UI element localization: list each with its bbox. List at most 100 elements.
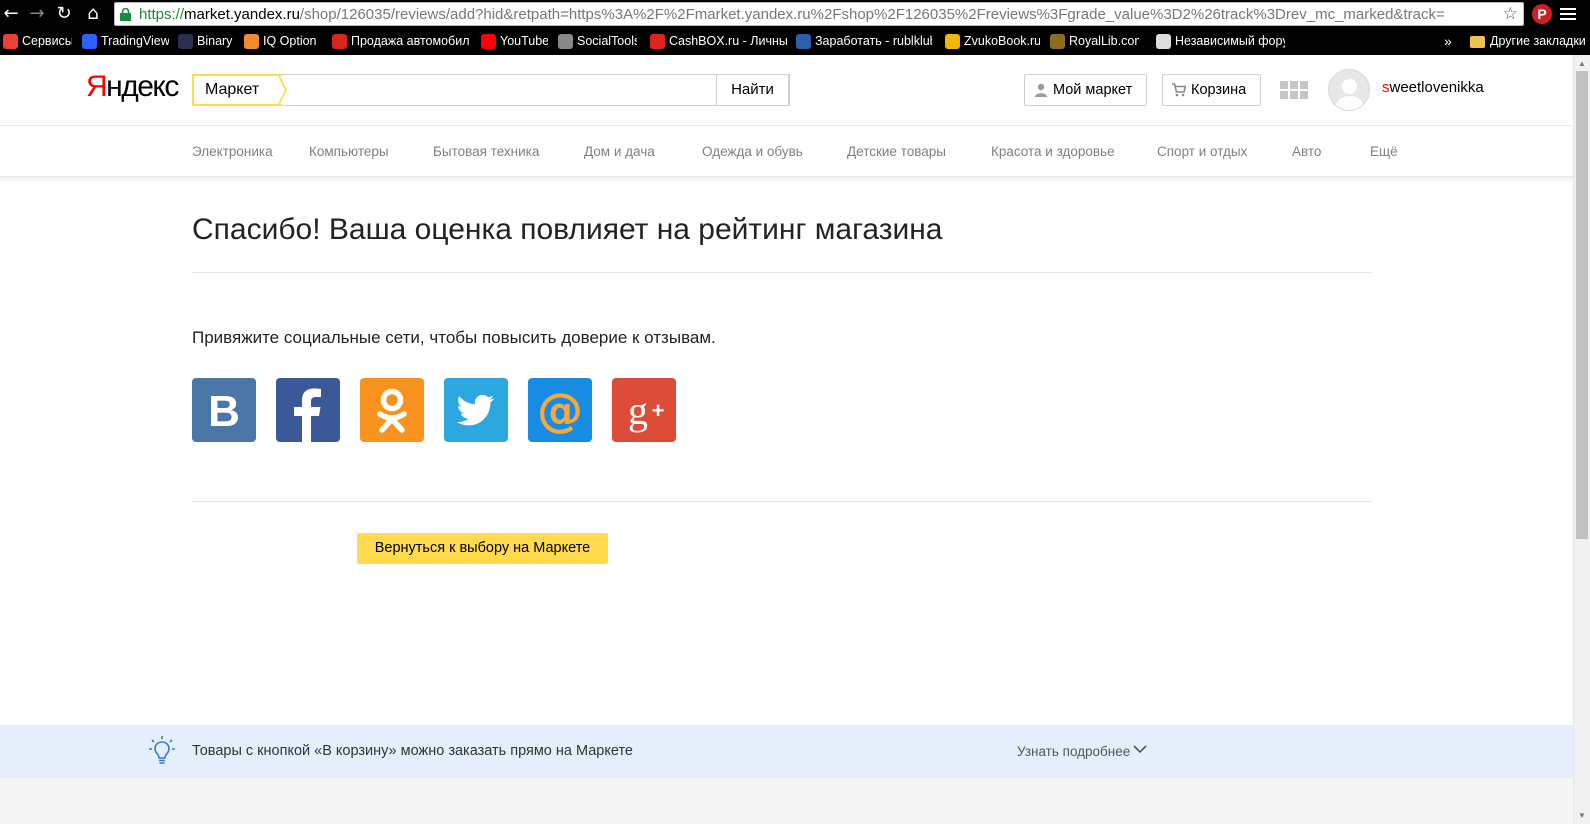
- page-title: Спасибо! Ваша оценка повлияет на рейтинг…: [192, 213, 943, 246]
- lightbulb-icon: [149, 736, 175, 764]
- lock-icon: [120, 8, 131, 21]
- pinterest-icon[interactable]: P: [1532, 4, 1552, 24]
- search-scope-tag: Маркет: [192, 74, 282, 106]
- bookmark-item[interactable]: CashBOX.ru - Личный: [649, 28, 787, 55]
- cart-button[interactable]: Корзина: [1162, 74, 1262, 106]
- avatar[interactable]: [1328, 69, 1370, 111]
- bookmark-label: Независимый форум: [1175, 34, 1285, 48]
- cart-icon: [1172, 83, 1186, 97]
- bookmark-label: Сервисы: [22, 34, 72, 48]
- category-electronics[interactable]: Электроника: [192, 126, 273, 178]
- auto-icon: [332, 34, 347, 49]
- bookmark-item[interactable]: RoyalLib.com: [1049, 28, 1139, 55]
- user-icon: [1035, 83, 1047, 97]
- svg-text:+: +: [652, 398, 665, 423]
- folder-icon: [1470, 36, 1485, 48]
- yandex-logo[interactable]: Яндекс: [86, 70, 179, 104]
- page-scrollbar[interactable]: ▲ ▼: [1573, 55, 1590, 824]
- chevron-down-icon[interactable]: [1133, 744, 1147, 754]
- odnoklassniki-icon: [377, 388, 407, 433]
- bookmark-label: Binary: [197, 34, 233, 48]
- bookmark-label: Заработать - rublklub: [815, 34, 932, 48]
- bookmark-item[interactable]: Независимый форум: [1155, 28, 1285, 55]
- search-box: Маркет: [192, 74, 790, 106]
- binary-icon: [178, 34, 193, 49]
- home-icon[interactable]: ⌂: [82, 3, 104, 25]
- bookmark-label: YouTube: [500, 34, 548, 48]
- facebook-icon: [294, 388, 321, 442]
- scrollbar-thumb[interactable]: [1576, 71, 1588, 539]
- vk-icon: B: [208, 387, 240, 436]
- search-input[interactable]: [293, 77, 693, 103]
- username-link[interactable]: sweetlovenikka: [1382, 79, 1484, 96]
- youtube-icon: [481, 34, 496, 49]
- bookmark-label: CashBOX.ru - Личный: [669, 34, 787, 48]
- category-home-garden[interactable]: Дом и дача: [584, 126, 655, 178]
- bookmark-label: RoyalLib.com: [1069, 34, 1139, 48]
- bookmark-item[interactable]: SocialTools: [557, 28, 637, 55]
- bookmark-item[interactable]: YouTube: [480, 28, 548, 55]
- social-prompt-text: Привяжите социальные сети, чтобы повысит…: [192, 328, 716, 347]
- category-auto[interactable]: Авто: [1292, 126, 1321, 178]
- mailru-icon: @: [537, 383, 583, 437]
- mailru-button[interactable]: @: [528, 378, 592, 442]
- socialtools-icon: [558, 34, 573, 49]
- category-sport[interactable]: Спорт и отдых: [1157, 126, 1247, 178]
- scroll-up-arrow-icon[interactable]: ▲: [1578, 59, 1586, 68]
- category-appliances[interactable]: Бытовая техника: [433, 126, 539, 178]
- browser-menu-icon[interactable]: [1560, 5, 1576, 23]
- category-nav: Электроника Компьютеры Бытовая техника Д…: [0, 125, 1573, 177]
- twitter-icon: [456, 394, 495, 426]
- facebook-button[interactable]: [276, 378, 340, 442]
- back-to-market-button[interactable]: Вернуться к выбору на Маркете: [357, 533, 608, 564]
- bookmark-label: IQ Option: [263, 34, 317, 48]
- bookmarks-bar: » Другие закладки Сервисы TradingView Bina…: [0, 28, 1590, 55]
- info-banner: Товары с кнопкой «В корзину» можно заказ…: [0, 725, 1573, 778]
- content-divider-shadow: [0, 177, 1573, 183]
- bookmark-item[interactable]: TradingView: [81, 28, 169, 55]
- bookmark-star-icon[interactable]: ☆: [1503, 4, 1518, 24]
- info-banner-text: Товары с кнопкой «В корзину» можно заказ…: [192, 743, 633, 759]
- category-computers[interactable]: Компьютеры: [309, 126, 389, 178]
- bookmark-label: ZvukoBook.ru: [964, 34, 1040, 48]
- twitter-button[interactable]: [444, 378, 508, 442]
- url-text: https://market.yandex.ru/shop/126035/rev…: [139, 6, 1445, 23]
- reload-icon[interactable]: ↻: [53, 3, 75, 25]
- search-button[interactable]: Найти: [716, 74, 789, 106]
- tradingview-icon: [82, 34, 97, 49]
- services-grid-icon[interactable]: [1280, 81, 1308, 101]
- learn-more-link[interactable]: Узнать подробнее: [1017, 725, 1130, 778]
- bookmark-item[interactable]: ZvukoBook.ru: [944, 28, 1040, 55]
- bookmark-label: SocialTools: [577, 34, 637, 48]
- category-kids[interactable]: Детские товары: [847, 126, 946, 178]
- rublklub-icon: [796, 34, 811, 49]
- bookmark-label: Продажа автомобил: [351, 34, 469, 48]
- odnoklassniki-button[interactable]: [360, 378, 424, 442]
- category-beauty[interactable]: Красота и здоровье: [991, 126, 1115, 178]
- svg-text:g: g: [628, 388, 648, 433]
- scroll-down-arrow-icon[interactable]: ▼: [1578, 811, 1586, 820]
- bookmark-item[interactable]: Продажа автомобил: [331, 28, 469, 55]
- my-market-button[interactable]: Мой маркет: [1024, 74, 1148, 106]
- category-clothes[interactable]: Одежда и обувь: [702, 126, 803, 178]
- category-more[interactable]: Ещё: [1370, 126, 1398, 178]
- other-bookmarks-folder[interactable]: Другие закладки: [1470, 28, 1586, 55]
- bookmark-item[interactable]: Binary: [177, 28, 233, 55]
- forward-arrow-icon[interactable]: →: [26, 3, 48, 25]
- bookmark-item[interactable]: IQ Option: [243, 28, 323, 55]
- page-footer: [0, 778, 1573, 824]
- address-bar[interactable]: https://market.yandex.ru/shop/126035/rev…: [114, 2, 1524, 26]
- bookmarks-overflow-button[interactable]: »: [1444, 28, 1452, 55]
- apps-icon: [3, 34, 18, 49]
- bookmark-item[interactable]: Заработать - rublklub: [795, 28, 932, 55]
- page-icon: [1156, 34, 1171, 49]
- google-plus-button[interactable]: g +: [612, 378, 676, 442]
- market-header: Яндекс Маркет Найти Мой маркет Корзина s…: [0, 55, 1573, 125]
- royallib-icon: [1050, 34, 1065, 49]
- divider: [192, 272, 1372, 273]
- bookmark-item[interactable]: Сервисы: [2, 28, 72, 55]
- vk-button[interactable]: B: [192, 378, 256, 442]
- iq-option-icon: [244, 34, 259, 49]
- divider: [192, 501, 1372, 502]
- back-arrow-icon[interactable]: ←: [0, 3, 22, 25]
